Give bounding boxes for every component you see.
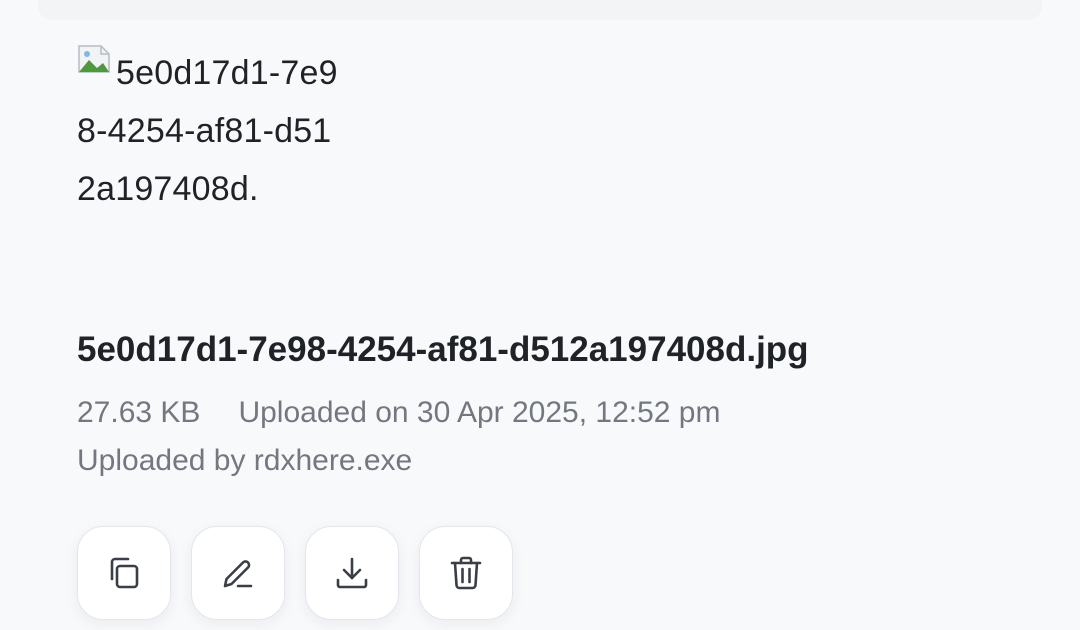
delete-button[interactable]: [419, 526, 513, 620]
file-size: 27.63 KB: [77, 396, 201, 429]
edit-button[interactable]: [191, 526, 285, 620]
action-bar: [77, 526, 513, 620]
upload-date: Uploaded on 30 Apr 2025, 12:52 pm: [238, 396, 721, 429]
file-meta: 27.63 KB Uploaded on 30 Apr 2025, 12:52 p…: [77, 396, 720, 430]
image-alt-text: 5e0d17d1-7e98-4254-af81-d512a197408d.: [77, 54, 338, 208]
file-details-card: 5e0d17d1-7e98-4254-af81-d512a197408d. 5e…: [0, 0, 1080, 630]
image-preview: 5e0d17d1-7e98-4254-af81-d512a197408d.: [77, 38, 357, 268]
download-icon: [336, 557, 368, 589]
file-name: 5e0d17d1-7e98-4254-af81-d512a197408d.jpg: [77, 330, 809, 369]
copy-button[interactable]: [77, 526, 171, 620]
uploader: Uploaded by rdxhere.exe: [77, 444, 413, 477]
trash-icon: [450, 556, 482, 590]
copy-icon: [110, 557, 139, 589]
pencil-icon: [223, 560, 253, 588]
download-button[interactable]: [305, 526, 399, 620]
